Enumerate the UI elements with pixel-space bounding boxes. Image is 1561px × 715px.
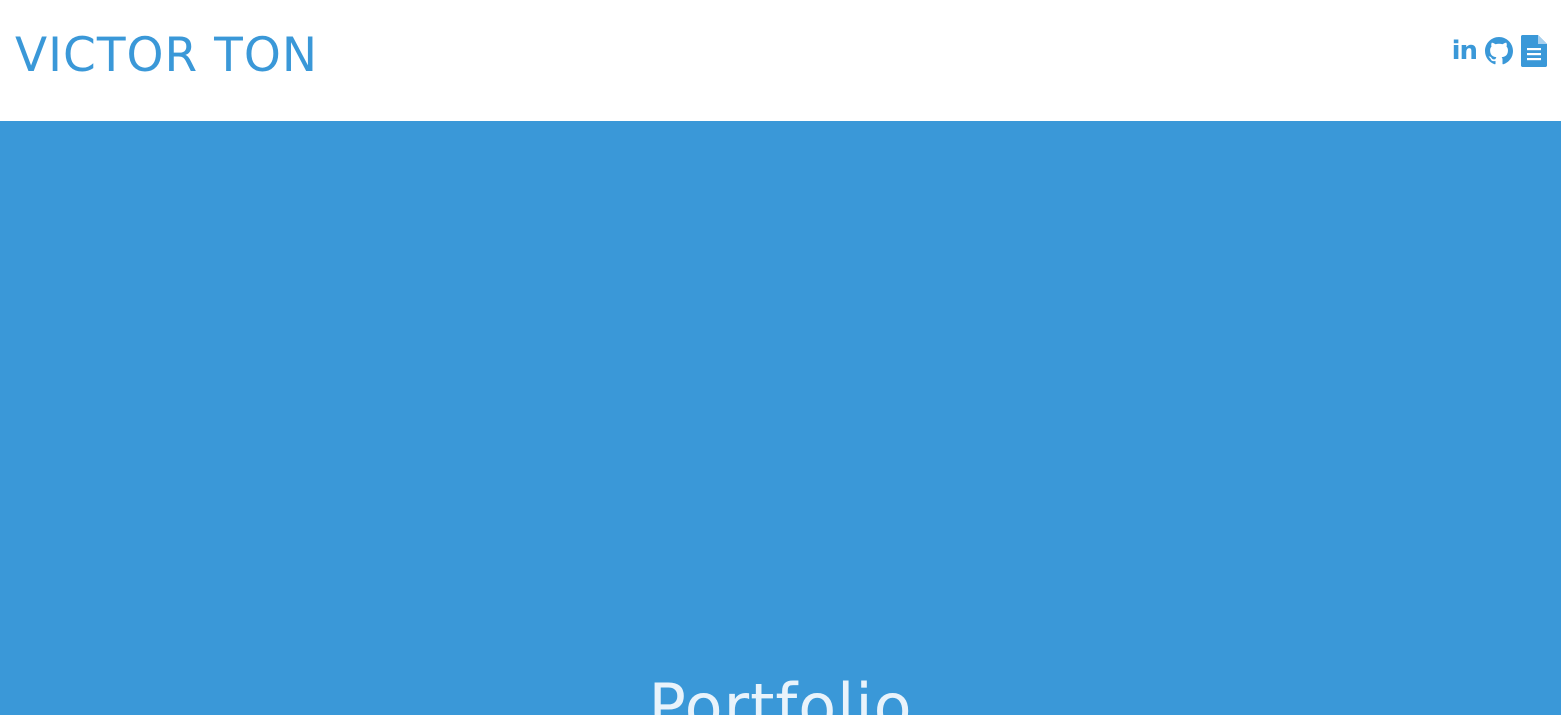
social-links: in bbox=[1452, 34, 1547, 68]
linkedin-link[interactable]: in bbox=[1451, 36, 1478, 66]
linkedin-icon: in bbox=[1451, 36, 1478, 66]
github-link[interactable] bbox=[1485, 37, 1513, 65]
document-icon bbox=[1521, 35, 1547, 67]
hero-title: Portfolio bbox=[648, 670, 913, 715]
brand-logo-link[interactable]: VICTOR TON bbox=[15, 27, 318, 85]
site-header: VICTOR TON in bbox=[0, 0, 1561, 121]
github-icon bbox=[1485, 37, 1513, 65]
resume-link[interactable] bbox=[1521, 35, 1547, 67]
hero-section: Portfolio bbox=[0, 121, 1561, 715]
